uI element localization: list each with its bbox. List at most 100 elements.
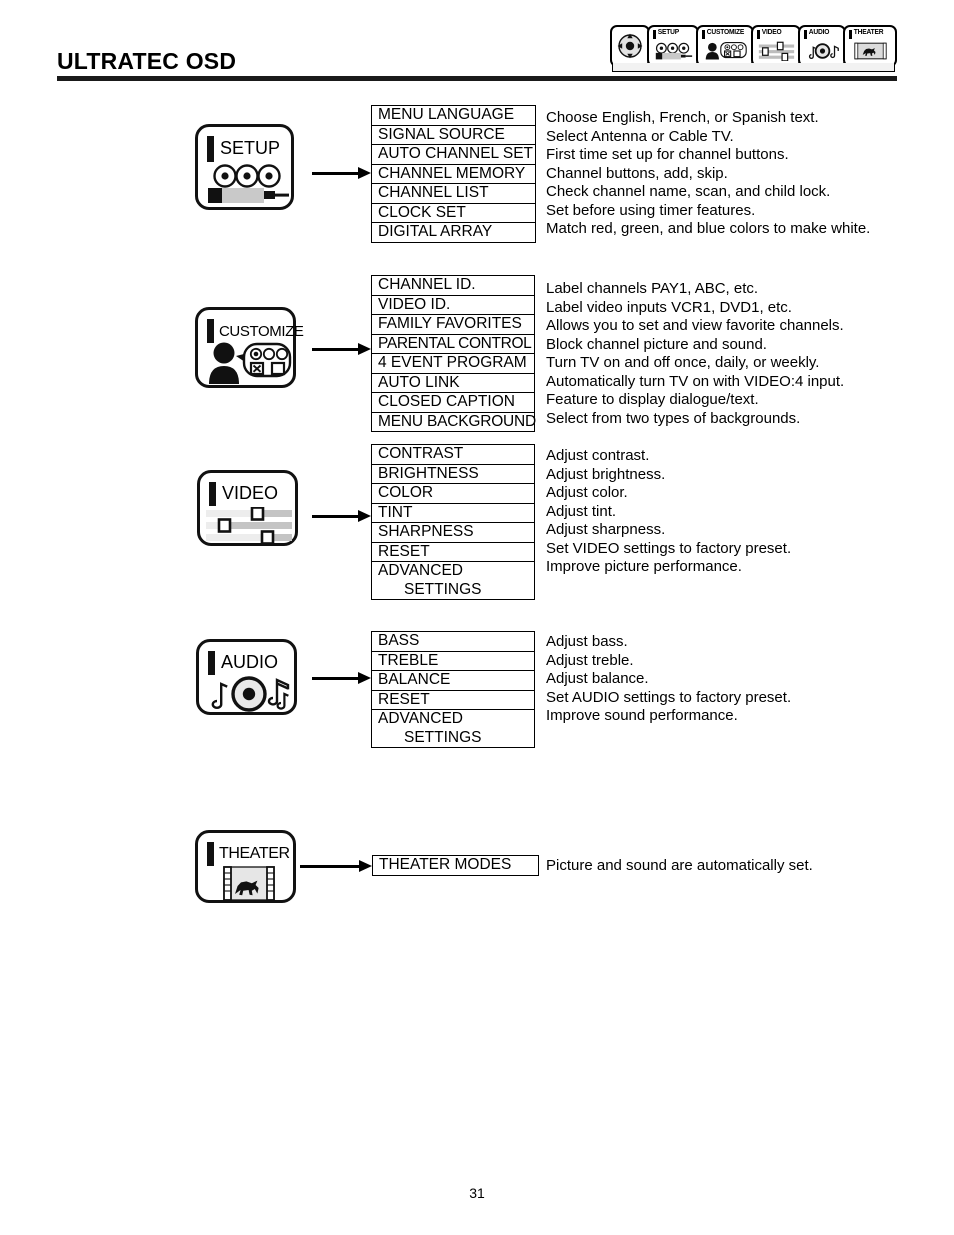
setup-icon-label: SETUP (220, 138, 281, 158)
setup-icon-card[interactable]: SETUP (195, 124, 294, 210)
tab-audio-label: AUDIO (808, 29, 830, 36)
menu-item[interactable]: COLOR (372, 484, 534, 504)
tab-video[interactable]: VIDEO (751, 25, 801, 67)
card-accent-bar (207, 319, 214, 343)
menu-item-description: Check channel name, scan, and child lock… (546, 183, 831, 200)
page-title: ULTRATEC OSD (57, 48, 237, 74)
menu-item[interactable]: CLOCK SET (372, 204, 535, 223)
audio-dial-icon (804, 37, 841, 64)
card-accent-bar (208, 651, 215, 675)
video-menu-list: CONTRAST BRIGHTNESS COLOR TINT SHARPNESS… (371, 444, 535, 600)
tab-video-label: VIDEO (761, 29, 782, 36)
menu-item-description: Set before using timer features. (546, 201, 756, 219)
menu-item-description: Adjust brightness. (546, 465, 666, 483)
audio-icon-card[interactable]: AUDIO (196, 639, 297, 715)
menu-item[interactable]: TINT (372, 504, 534, 523)
audio-descriptions: Adjust bass. Adjust treble. Adjust balan… (546, 633, 791, 726)
menu-item[interactable]: ADVANCED SETTINGS (372, 562, 534, 599)
menu-item[interactable]: CHANNEL LIST (372, 184, 535, 204)
theater-filmstrip-icon (198, 866, 293, 901)
setup-arrow (312, 165, 371, 181)
menu-item-label-line1: ADVANCED (378, 710, 463, 727)
customize-person-icon (198, 342, 293, 384)
menu-item[interactable]: PARENTAL CONTROL (372, 335, 534, 354)
menu-item[interactable]: DIGITAL ARRAY (372, 223, 535, 242)
menu-item-description: Improve picture performance. (546, 558, 742, 575)
menu-item[interactable]: CHANNEL ID. (372, 276, 534, 296)
menu-item[interactable]: BASS (372, 632, 534, 652)
theater-icon-card[interactable]: THEATER (195, 830, 296, 903)
menu-item[interactable]: TREBLE (372, 652, 534, 671)
menu-item-description: Feature to display dialogue/text. (546, 391, 759, 408)
menu-item[interactable]: RESET (372, 691, 534, 710)
header-divider (57, 76, 897, 81)
tab-setup-label: SETUP (657, 29, 679, 36)
customize-icon-card[interactable]: CUSTOMIZE (195, 307, 304, 388)
customize-icon-label: CUSTOMIZE (219, 323, 304, 340)
menu-item[interactable]: BALANCE (372, 671, 534, 691)
menu-item-description: Adjust treble. (546, 651, 634, 669)
audio-arrow (312, 670, 371, 686)
menu-item-description: Select from two types of backgrounds. (546, 409, 801, 427)
customize-menu-list: CHANNEL ID. VIDEO ID. FAMILY FAVORITES P… (371, 275, 536, 432)
menu-item[interactable]: MENU LANGUAGE (372, 106, 535, 126)
menu-item-description: Turn TV on and off once, daily, or weekl… (546, 354, 820, 371)
menu-item[interactable]: RESET (372, 543, 534, 562)
setup-jacks-icon (653, 37, 694, 64)
setup-menu-list: MENU LANGUAGE SIGNAL SOURCE AUTO CHANNEL… (371, 105, 536, 243)
theater-filmstrip-icon (849, 37, 892, 64)
theater-menu-list: THEATER MODES (372, 855, 539, 876)
menu-item-label-line1: ADVANCED (378, 562, 463, 579)
tab-customize-label: CUSTOMIZE (706, 29, 745, 36)
menu-item[interactable]: AUTO LINK (372, 374, 534, 393)
customize-descriptions: Label channels PAY1, ABC, etc. Label vid… (546, 280, 844, 428)
menu-item[interactable]: SHARPNESS (372, 523, 534, 543)
menu-item-description: Adjust bass. (546, 633, 628, 650)
menu-item[interactable]: MENU BACKGROUND (372, 413, 536, 432)
menu-item-label-line2: SETTINGS (404, 728, 482, 746)
menu-item-description: Adjust contrast. (546, 447, 650, 464)
theater-icon-label: THEATER (219, 845, 290, 862)
menu-item[interactable]: THEATER MODES (373, 856, 538, 875)
tab-theater-label: THEATER (853, 29, 884, 36)
menu-item[interactable]: ADVANCED SETTINGS (372, 710, 534, 747)
osd-bar-underline (612, 63, 895, 72)
menu-item-description: Block channel picture and sound. (546, 335, 767, 353)
card-accent-bar (207, 136, 214, 162)
menu-item[interactable]: SIGNAL SOURCE (372, 126, 535, 145)
menu-item-label-line2: SETTINGS (404, 580, 482, 598)
menu-item[interactable]: VIDEO ID. (372, 296, 534, 315)
audio-menu-list: BASS TREBLE BALANCE RESET ADVANCED SETTI… (371, 631, 535, 748)
dpad-navigation-icon[interactable] (610, 25, 650, 67)
tab-setup[interactable]: SETUP (647, 25, 699, 67)
video-icon-label: VIDEO (222, 483, 279, 503)
menu-item[interactable]: 4 EVENT PROGRAM (372, 354, 534, 374)
menu-item-description: Label video inputs VCR1, DVD1, etc. (546, 298, 792, 316)
menu-item-description: Adjust balance. (546, 670, 649, 687)
video-sliders-icon (200, 506, 295, 545)
audio-icon-label: AUDIO (221, 652, 279, 672)
tab-customize[interactable]: CUSTOMIZE (696, 25, 754, 67)
menu-item-description: Picture and sound are automatically set. (546, 857, 813, 874)
menu-item-description: Set VIDEO settings to factory preset. (546, 539, 792, 557)
video-icon-card[interactable]: VIDEO (197, 470, 298, 546)
menu-item-description: Automatically turn TV on with VIDEO:4 in… (546, 372, 845, 390)
menu-item[interactable]: AUTO CHANNEL SET (372, 145, 535, 165)
theater-arrow (300, 858, 372, 874)
menu-item[interactable]: CLOSED CAPTION (372, 393, 534, 413)
menu-item-description: Adjust color. (546, 484, 628, 501)
theater-descriptions: Picture and sound are automatically set. (546, 857, 813, 876)
menu-item[interactable]: FAMILY FAVORITES (372, 315, 534, 335)
menu-item-description: Match red, green, and blue colors to mak… (546, 220, 871, 237)
menu-item[interactable]: CONTRAST (372, 445, 534, 465)
menu-item-description: Adjust tint. (546, 502, 617, 520)
menu-item-description: Select Antenna or Cable TV. (546, 127, 734, 145)
menu-item-description: Label channels PAY1, ABC, etc. (546, 280, 759, 297)
card-accent-bar (207, 842, 214, 866)
tab-theater[interactable]: THEATER (843, 25, 897, 67)
menu-item[interactable]: BRIGHTNESS (372, 465, 534, 484)
video-arrow (312, 508, 371, 524)
setup-jacks-icon (198, 163, 291, 203)
menu-item[interactable]: CHANNEL MEMORY (372, 165, 535, 184)
tab-audio[interactable]: AUDIO (798, 25, 846, 67)
